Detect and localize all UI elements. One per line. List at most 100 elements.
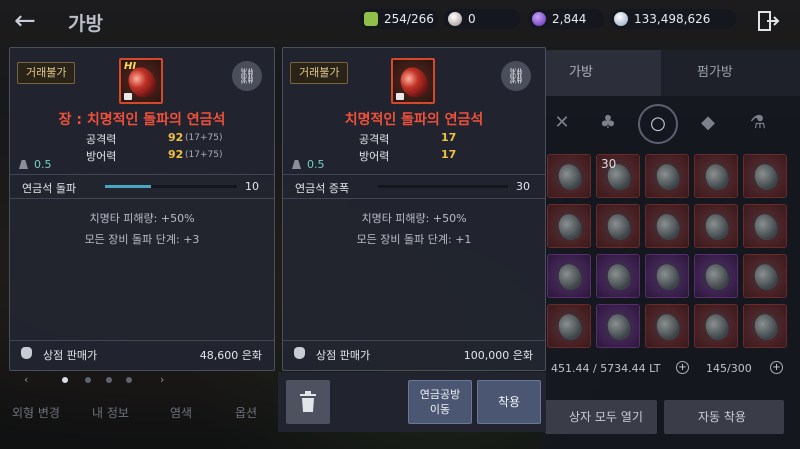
gem-icon: [555, 161, 585, 193]
amplify-bar: [378, 185, 508, 188]
inventory-slot[interactable]: [743, 304, 787, 348]
divider: [283, 174, 545, 175]
potion-category-icon[interactable]: ⚗: [743, 108, 773, 138]
page-title: 가방: [68, 13, 103, 35]
breakthrough-bar: [105, 185, 237, 188]
inventory-slot[interactable]: [596, 204, 640, 248]
top-bar: ← 가방 254/266 0 2,844 133,498,626: [0, 0, 800, 42]
slot-plus-button[interactable]: +: [770, 361, 783, 374]
currency-weight-gem: 254/266: [360, 9, 438, 29]
level-badge: HI: [124, 61, 137, 72]
gem-icon: [555, 261, 585, 293]
gem-icon: [653, 211, 683, 243]
pager-dot[interactable]: [126, 377, 132, 383]
back-button[interactable]: ←: [14, 6, 46, 36]
currency-silver: 133,498,626: [610, 9, 736, 29]
inventory-slot[interactable]: [743, 154, 787, 198]
gem-icon: [702, 211, 732, 243]
pager: ‹ ›: [20, 373, 170, 387]
link-icon[interactable]: ⛓: [501, 61, 531, 91]
gem-icon: [751, 261, 781, 293]
inventory-slot[interactable]: [547, 254, 591, 298]
my-info-button[interactable]: 내 정보: [92, 404, 129, 421]
appearance-change-button[interactable]: 외형 변경: [12, 404, 60, 421]
inventory-slot[interactable]: [645, 154, 689, 198]
pager-prev[interactable]: ‹: [24, 373, 28, 386]
gem-category-icon[interactable]: ◆: [693, 108, 723, 138]
gem-icon: [702, 161, 732, 193]
pager-dot[interactable]: [106, 377, 112, 383]
gem-icon: [702, 261, 732, 293]
alchemy-stone-icon: [391, 58, 435, 104]
equip-button[interactable]: 착용: [477, 380, 541, 424]
pager-dot[interactable]: [85, 377, 91, 383]
divider: [10, 174, 274, 175]
attack-stat: 공격력 92 (17+75): [86, 131, 223, 146]
category-row: ✕ ♣ ○ ◆ ⚗: [543, 102, 800, 146]
trash-icon[interactable]: [286, 380, 330, 424]
breakthrough-value: 10: [245, 180, 259, 193]
currency-purple-orb: 2,844: [528, 9, 604, 29]
shop-price-row: 상점 판매가 48,600 은화: [10, 344, 274, 364]
exit-icon[interactable]: [756, 9, 780, 33]
inventory-slot[interactable]: [547, 154, 591, 198]
slot-count-badge: 30: [601, 157, 617, 171]
divider: [10, 198, 274, 199]
effect-line: 치명타 피해량: +50%: [361, 212, 467, 225]
inventory-slot[interactable]: [547, 204, 591, 248]
gem-icon: [751, 211, 781, 243]
armor-category-icon[interactable]: ♣: [593, 108, 623, 138]
gem-icon: [702, 311, 732, 343]
tab-bag[interactable]: 가방: [543, 50, 661, 96]
options-button[interactable]: 옵션: [235, 404, 257, 421]
gem-icon: [604, 311, 634, 343]
inventory-slot[interactable]: [694, 154, 738, 198]
untradeable-badge: 거래불가: [290, 62, 349, 84]
dye-button[interactable]: 염색: [170, 404, 192, 421]
weight-icon: [292, 160, 301, 169]
amplify-value: 30: [516, 180, 530, 193]
gem-icon: [555, 311, 585, 343]
defense-stat: 방어력 92 (17+75): [86, 148, 223, 163]
inventory-slot[interactable]: [743, 254, 787, 298]
attack-stat: 공격력 17: [359, 131, 457, 146]
gem-icon: [653, 311, 683, 343]
inventory-slot[interactable]: [694, 204, 738, 248]
inventory-slot[interactable]: [645, 254, 689, 298]
gem-icon: [604, 261, 634, 293]
auto-equip-button[interactable]: 자동 착용: [664, 400, 784, 434]
open-all-boxes-button[interactable]: 상자 모두 열기: [545, 400, 657, 434]
tab-pet-bag[interactable]: 펌가방: [661, 50, 800, 96]
gem-icon: [751, 161, 781, 193]
lock-icon: [124, 93, 132, 100]
inventory-slot[interactable]: [547, 304, 591, 348]
inventory-slot[interactable]: 30: [596, 154, 640, 198]
inventory-slot[interactable]: [743, 204, 787, 248]
currency-pearl: 0: [444, 9, 520, 29]
item-name: 치명적인 돌파의 연금석: [344, 112, 484, 128]
untradeable-badge: 거래불가: [17, 62, 76, 84]
effect-line: 모든 장비 돌파 단계: +1: [356, 233, 472, 246]
pager-dot[interactable]: [62, 377, 68, 383]
shop-price-row: 상점 판매가 100,000 은화: [283, 344, 545, 364]
weapon-category-icon[interactable]: ✕: [547, 108, 577, 138]
pager-next[interactable]: ›: [160, 373, 164, 386]
pearl-icon: [448, 12, 462, 26]
alchemy-stone-icon: HI: [119, 58, 163, 104]
alchemy-workshop-move-button[interactable]: 연금공방 이동: [408, 380, 472, 424]
inventory-slot[interactable]: [596, 254, 640, 298]
gem-icon: [555, 211, 585, 243]
gem-icon: [604, 211, 634, 243]
item-name: 장 : 치명적인 돌파의 연금석: [58, 112, 226, 128]
link-icon[interactable]: ⛓: [232, 61, 262, 91]
inventory-slot[interactable]: [694, 254, 738, 298]
inventory-slot[interactable]: [596, 304, 640, 348]
accessory-category-icon[interactable]: ○: [638, 104, 678, 144]
inventory-weight: 451.44 / 5734.44 LT: [551, 362, 661, 375]
inventory-slot[interactable]: [694, 304, 738, 348]
divider: [283, 198, 545, 199]
inventory-slot[interactable]: [645, 204, 689, 248]
weight-plus-button[interactable]: +: [676, 361, 689, 374]
divider: [283, 340, 545, 341]
inventory-slot[interactable]: [645, 304, 689, 348]
